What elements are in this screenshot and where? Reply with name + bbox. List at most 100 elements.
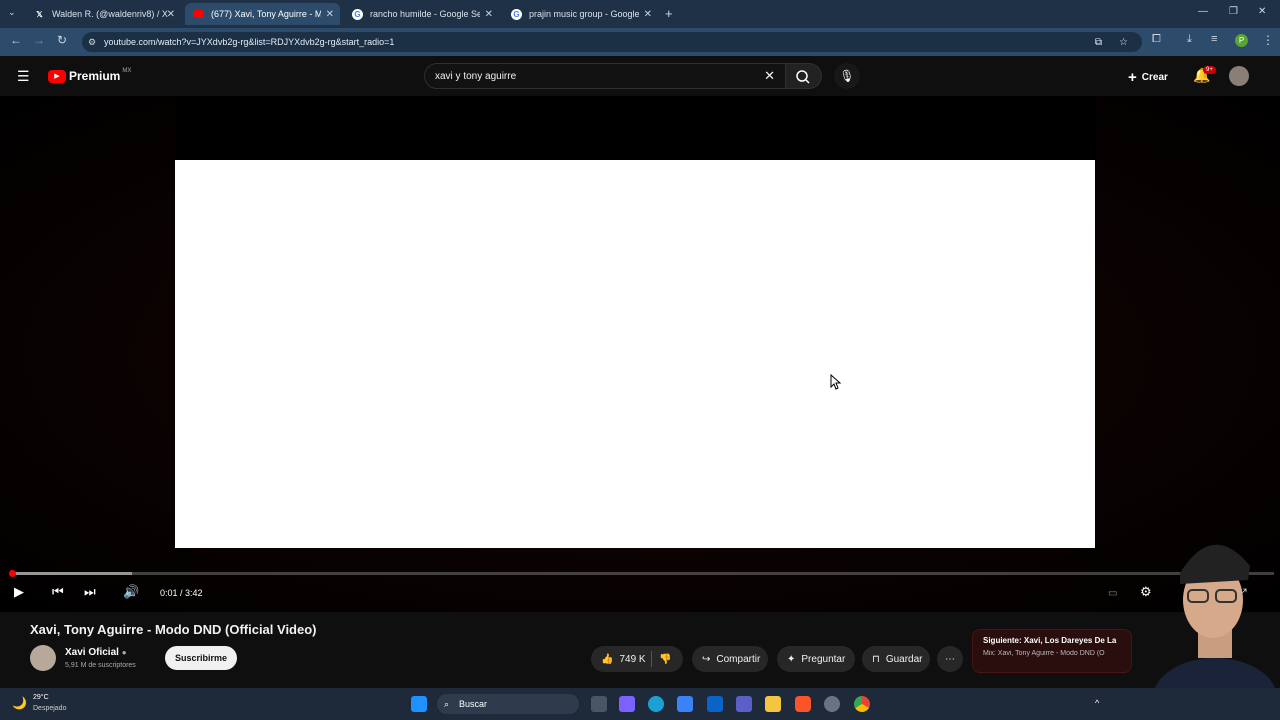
up-next-subtitle: Mix: Xavi, Tony Aguirre - Modo DND (O (983, 650, 1105, 657)
new-tab-icon[interactable]: + (665, 6, 673, 21)
chrome-icon[interactable] (854, 696, 870, 712)
previous-icon[interactable]: ⏮ (52, 584, 64, 600)
close-icon[interactable]: ✕ (167, 9, 175, 20)
create-button[interactable]: + Crear (1128, 69, 1168, 86)
more-actions-icon[interactable]: ⋯ (937, 646, 963, 672)
weather-text: Despejado (33, 705, 67, 712)
taskbar-search[interactable]: ⌕ Buscar (437, 694, 579, 714)
install-icon[interactable]: ⧉ (1095, 37, 1102, 48)
search-value: xavi y tony aguirre (435, 70, 517, 82)
forward-icon[interactable]: → (33, 33, 45, 47)
play-icon[interactable]: ▶ (14, 584, 24, 600)
close-icon[interactable]: ✕ (485, 9, 493, 20)
brave-icon[interactable] (795, 696, 811, 712)
file-explorer-icon[interactable] (765, 696, 781, 712)
menu-dots-icon[interactable]: ⋮ (1262, 33, 1274, 47)
youtube-play-logo-icon: ▶ (48, 69, 66, 83)
search-button[interactable] (786, 63, 822, 89)
site-info-icon[interactable]: ⚙ (88, 37, 96, 48)
logo-text: Premium (69, 69, 121, 83)
search-input[interactable]: xavi y tony aguirre ✕ (424, 63, 786, 89)
edge-icon[interactable] (648, 696, 664, 712)
volume-icon[interactable]: 🔊 (123, 584, 139, 600)
tab-x[interactable]: 𝕏 Walden R. (@waldenriv8) / X ✕ (26, 3, 181, 25)
windows-start-icon[interactable] (411, 696, 427, 712)
voice-search-icon[interactable]: 🎙 (834, 63, 860, 89)
time-display: 0:01 / 3:42 (160, 588, 203, 598)
bookmark-icon: ⊓ (872, 653, 880, 665)
search-icon: ⌕ (444, 698, 450, 709)
url-text: youtube.com/watch?v=JYXdvb2g-rg&list=RDJ… (104, 37, 395, 47)
reading-list-icon[interactable]: ≡ (1211, 33, 1217, 45)
youtube-icon (193, 10, 204, 18)
save-button[interactable]: ⊓ Guardar (862, 646, 930, 672)
app-icon[interactable] (824, 696, 840, 712)
share-label: Compartir (716, 653, 761, 665)
up-next-card[interactable]: Siguiente: Xavi, Los Dareyes De La Mix: … (972, 629, 1132, 673)
like-dislike-group: 👍 749 K 👎 (591, 646, 683, 672)
download-icon[interactable]: ⤓ (1187, 33, 1192, 46)
weather-moon-icon: 🌙 (12, 696, 27, 710)
url-field[interactable]: ⚙ youtube.com/watch?v=JYXdvb2g-rg&list=R… (82, 32, 1142, 52)
extensions-icon[interactable]: ⧠ (1152, 33, 1161, 46)
x-logo-icon: 𝕏 (36, 9, 43, 19)
copilot-icon[interactable] (619, 696, 635, 712)
store-icon[interactable] (677, 696, 693, 712)
video-letterbox (175, 96, 1095, 160)
youtube-logo[interactable]: ▶ Premium MX (48, 68, 132, 83)
video-title: Xavi, Tony Aguirre - Modo DND (Official … (30, 622, 317, 637)
close-icon[interactable]: ✕ (644, 9, 652, 20)
tab-title: rancho humilde - Google Search (370, 9, 480, 19)
tab-search-chevron-icon[interactable]: ⌄ (8, 7, 16, 18)
clear-search-icon[interactable]: ✕ (764, 68, 775, 84)
next-icon[interactable]: ⏭ (84, 584, 96, 600)
task-view-icon[interactable] (591, 696, 607, 712)
progress-bar-track[interactable] (10, 572, 1274, 575)
tab-google-prajin[interactable]: G prajin music group - Google Se ✕ (503, 3, 658, 25)
channel-avatar[interactable] (30, 645, 56, 671)
subtitles-icon[interactable]: ▭ (1108, 588, 1117, 599)
teams-icon[interactable] (736, 696, 752, 712)
maximize-icon[interactable]: ❐ (1229, 6, 1238, 17)
tab-google-rancho[interactable]: G rancho humilde - Google Search ✕ (344, 3, 499, 25)
channel-name-row[interactable]: Xavi Oficial ● (65, 647, 127, 658)
minimize-icon[interactable]: — (1198, 6, 1208, 17)
ask-button[interactable]: ✦ Preguntar (777, 646, 855, 672)
back-icon[interactable]: ← (10, 33, 22, 47)
google-icon: G (352, 8, 363, 20)
progress-buffer (10, 572, 132, 575)
up-next-title: Siguiente: Xavi, Los Dareyes De La (983, 636, 1117, 645)
create-label: Crear (1141, 72, 1168, 83)
progress-scrubber[interactable] (9, 570, 16, 577)
account-avatar[interactable] (1229, 66, 1249, 86)
tab-title: Walden R. (@waldenriv8) / X (52, 9, 168, 19)
close-window-icon[interactable]: ✕ (1258, 6, 1266, 17)
bookmark-star-icon[interactable]: ☆ (1119, 37, 1128, 48)
search-icon (796, 70, 810, 84)
subscriber-count: 5,91 M de suscriptores (65, 662, 136, 669)
notification-badge: 9+ (1203, 66, 1216, 74)
like-count[interactable]: 749 K (619, 654, 645, 665)
tab-youtube[interactable]: (677) Xavi, Tony Aguirre - Modo ✕ (185, 3, 340, 25)
close-icon[interactable]: ✕ (326, 9, 334, 20)
google-icon: G (511, 8, 522, 20)
save-label: Guardar (885, 653, 923, 665)
temperature: 29°C (33, 694, 49, 701)
divider (651, 651, 652, 667)
tray-chevron-icon[interactable]: ^ (1095, 698, 1099, 708)
reload-icon[interactable]: ↻ (57, 33, 67, 47)
profile-avatar[interactable]: P (1235, 34, 1248, 47)
hamburger-menu-icon[interactable]: ☰ (17, 68, 30, 85)
ask-label: Preguntar (801, 653, 846, 665)
browser-tab-bar: ⌄ 𝕏 Walden R. (@waldenriv8) / X ✕ (677) … (0, 0, 1280, 28)
region-code: MX (122, 68, 132, 74)
plus-icon: + (1128, 69, 1137, 86)
dislike-icon[interactable]: 👎 (659, 654, 671, 665)
like-icon[interactable]: 👍 (601, 654, 613, 665)
video-frame[interactable] (175, 160, 1095, 548)
share-button[interactable]: ↪ Compartir (692, 646, 768, 672)
outlook-icon[interactable] (707, 696, 723, 712)
subscribe-button[interactable]: Suscribirme (165, 646, 238, 670)
sparkle-icon: ✦ (787, 653, 796, 665)
channel-name: Xavi Oficial (65, 647, 119, 658)
